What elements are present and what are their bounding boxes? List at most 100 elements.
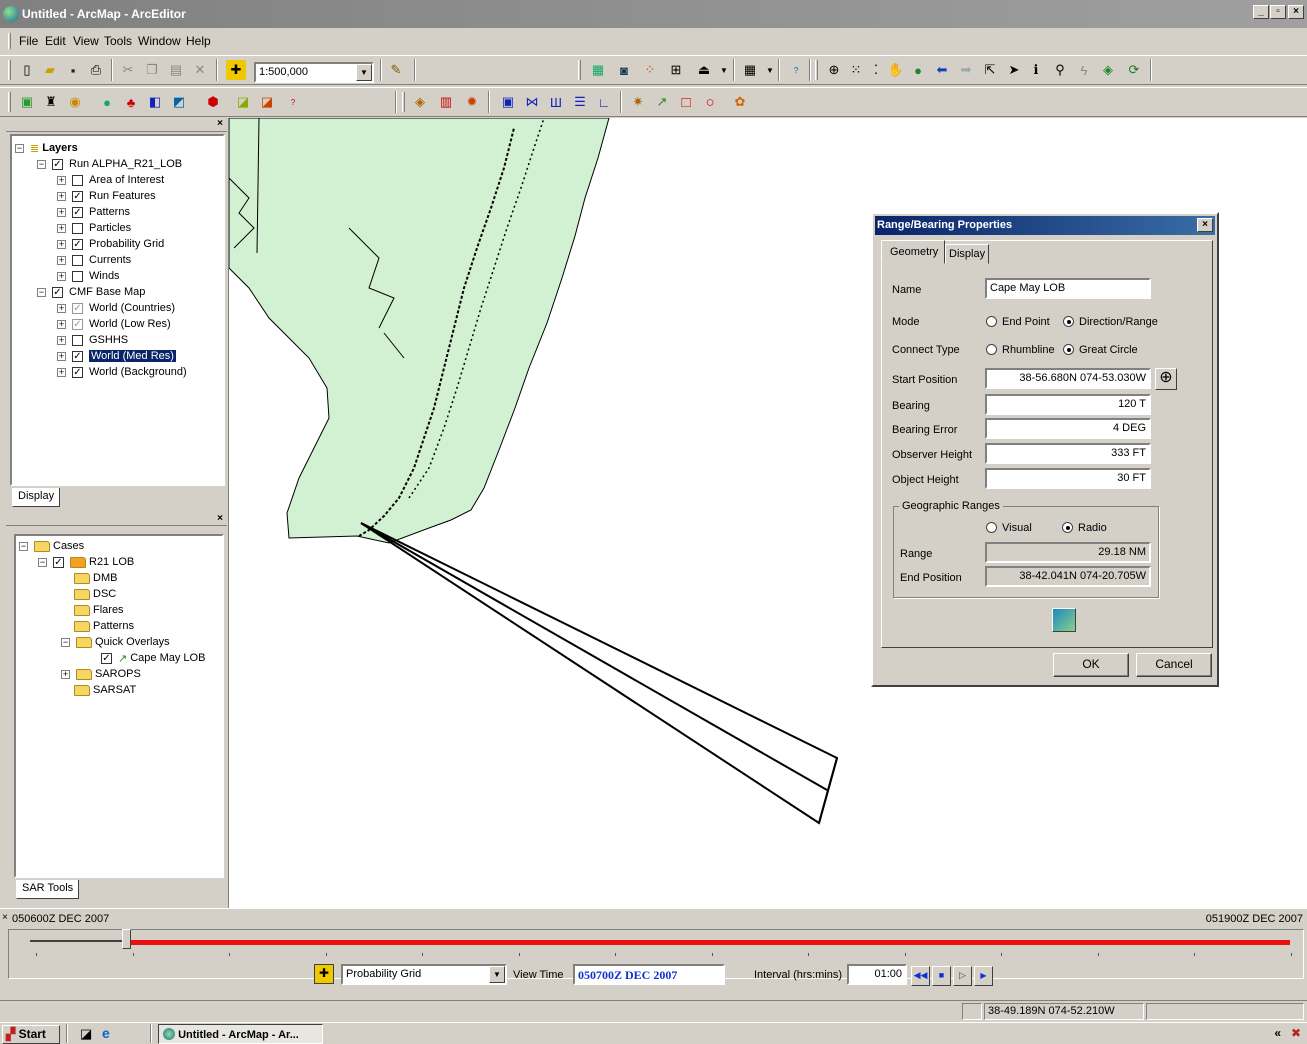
hyperlink-icon[interactable]: ϟ [1074,60,1094,80]
scatter-icon[interactable]: ⁘ [640,60,660,80]
layer-item[interactable]: + ✓ World (Low Res) [57,316,171,332]
case-checkbox[interactable]: ✓ [53,556,64,568]
back-arrow-icon[interactable]: ⬅ [932,60,952,80]
play-icon[interactable]: ▶ [974,966,993,986]
rectangle-icon[interactable]: □ [676,92,696,112]
layer-checkbox[interactable]: ✓ [52,158,63,170]
bearing-field[interactable]: 120 T [985,394,1151,415]
pattern-icon[interactable]: ◈ [410,92,430,112]
editor-toolbar-icon[interactable]: ✎ [386,60,406,80]
layer-group[interactable]: − ✓ Run ALPHA_R21_LOB [37,156,182,172]
edit-icon[interactable]: ◪ [257,92,277,112]
close-icon[interactable]: × [217,118,223,129]
layer-item[interactable]: + GSHHS [57,332,128,348]
layer-checkbox[interactable]: ✓ [72,190,83,202]
layer-item[interactable]: + Winds [57,268,120,284]
close-button[interactable]: × [1288,5,1304,19]
sos-icon[interactable]: ✷ [628,92,648,112]
delete-icon[interactable]: ✕ [190,60,210,80]
layer-item[interactable]: + ✓ World (Countries) [57,300,175,316]
layer-item[interactable]: + Particles [57,220,131,236]
flare-icon[interactable]: ✹ [462,92,482,112]
cmf-help-icon[interactable]: ? [786,60,806,80]
bell-icon[interactable]: ♜ [41,92,61,112]
menu-file[interactable]: File [19,34,38,48]
geo-option-radio[interactable]: Radio [1062,522,1107,534]
overlay-item[interactable]: ✓ ↗ Cape May LOB [101,650,205,666]
select-pointer-icon[interactable]: ➤ [1004,60,1024,80]
menu-tools[interactable]: Tools [104,34,132,48]
crosshair-pick-icon[interactable]: ⊕ [1155,368,1177,390]
save-icon[interactable]: ▪ [63,60,83,80]
case-child[interactable]: Flares [74,602,124,618]
geo-option-visual[interactable]: Visual [986,522,1032,534]
find-binoculars-icon[interactable]: ⚲ [1050,60,1070,80]
map-grid-icon[interactable]: ▦ [588,60,608,80]
world-icon[interactable]: ● [97,92,117,112]
forward-arrow-icon[interactable]: ➡ [956,60,976,80]
layer-item[interactable]: + Currents [57,252,131,268]
layer-checkbox[interactable] [72,334,83,346]
bearing-error-field[interactable]: 4 DEG [985,418,1151,439]
interval-field[interactable]: 01:00 [847,964,907,985]
case-child[interactable]: − Quick Overlays [61,634,170,650]
start-button[interactable]: ▞ Start [2,1025,60,1044]
l-pattern-icon[interactable]: ∟ [594,92,614,112]
layers-root[interactable]: − ≣ Layers [15,140,78,156]
chevron-down-icon[interactable]: ▼ [760,60,780,80]
layer-item[interactable]: + ✓ World (Med Res) [57,348,176,364]
connect-option-rhumbline[interactable]: Rhumbline [986,344,1055,356]
full-extent-globe-icon[interactable]: ● [908,60,928,80]
layer-checkbox[interactable] [72,222,83,234]
copy-icon[interactable]: ❐ [142,60,162,80]
globe-case-icon[interactable]: ◉ [65,92,85,112]
map-scale-dropdown[interactable]: 1:500,000 ▼ [254,62,374,83]
rewind-icon[interactable]: ◀◀ [911,966,930,986]
parallel-pattern-icon[interactable]: Ш [546,92,566,112]
layer-checkbox[interactable] [72,254,83,266]
datum-icon[interactable]: ♣ [121,92,141,112]
object-height-field[interactable]: 30 FT [985,468,1151,489]
fixed-zoom-in-icon[interactable]: ⁙ [846,60,866,80]
layer-item[interactable]: + ✓ World (Background) [57,364,187,380]
case-child[interactable]: DSC [74,586,116,602]
open-folder-icon[interactable]: ▰ [40,60,60,80]
trackline-pattern-icon[interactable]: ☰ [570,92,590,112]
case-item[interactable]: − ✓ R21 LOB [38,554,134,570]
step-forward-icon[interactable]: ▷ [953,966,972,986]
taskbar-task-arcmap[interactable]: Untitled - ArcMap - Ar... [158,1024,323,1044]
cases-root[interactable]: − Cases [19,538,84,554]
select-features-icon[interactable]: ⇱ [980,60,1000,80]
view-time-field[interactable]: 050700Z DEC 2007 [573,964,725,985]
layer-icon[interactable]: ◙ [614,60,634,80]
connect-option-great-circle[interactable]: Great Circle [1063,344,1138,356]
cancel-button[interactable]: Cancel [1136,653,1212,677]
layer-checkbox[interactable] [72,174,83,186]
vector-icon[interactable]: ◧ [145,92,165,112]
menu-help[interactable]: Help [186,34,211,48]
overlay-checkbox[interactable]: ✓ [101,652,112,664]
observer-height-field[interactable]: 333 FT [985,443,1151,464]
sar-help-icon[interactable]: ? [283,92,303,112]
minimize-button[interactable]: _ [1253,5,1269,19]
case-child[interactable]: + SAROPS [61,666,141,682]
stop-icon[interactable]: ■ [932,966,951,986]
internet-explorer-icon[interactable]: e [102,1025,110,1041]
dialog-close-button[interactable]: × [1197,218,1213,232]
menu-window[interactable]: Window [138,34,181,48]
close-icon[interactable]: × [217,513,223,524]
zoom-in-icon[interactable]: ⊕ [824,60,844,80]
case-child[interactable]: Patterns [74,618,134,634]
tab-display[interactable]: Display [12,488,61,507]
pan-hand-icon[interactable]: ✋ [886,60,906,80]
start-position-field[interactable]: 38-56.680N 074-53.030W [985,368,1151,389]
case-child[interactable]: SARSAT [74,682,136,698]
export-dropdown-icon[interactable]: ⏏ [694,60,714,80]
layer-item[interactable]: + ✓ Probability Grid [57,236,164,252]
time-slider-thumb[interactable] [122,929,132,949]
dsc-icon[interactable]: ▥ [436,92,456,112]
measure-icon[interactable]: ◈ [1098,60,1118,80]
tab-display-dialog[interactable]: Display [945,244,989,264]
refresh-icon[interactable]: ⟳ [1124,60,1144,80]
mode-option-endpoint[interactable]: End Point [986,316,1050,328]
